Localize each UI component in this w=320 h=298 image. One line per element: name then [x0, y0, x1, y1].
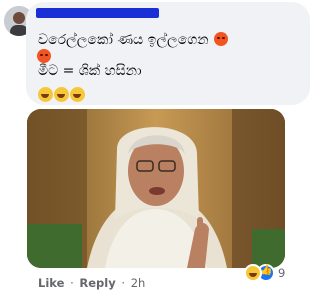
comment-actions: Like · Reply · 2h — [38, 276, 145, 290]
angry-face-icon — [213, 32, 228, 46]
reaction-count: 9 — [278, 266, 286, 280]
comment-bubble: වරෙල්ලකෝ ණය ඉල්ලගෙන මීට = ශික් හසිනා — [26, 2, 310, 105]
comment-line-1: වරෙල්ලකෝ ණය ඉල්ලගෙන — [38, 29, 228, 49]
laughing-face-icon — [70, 87, 85, 102]
separator-dot: · — [70, 276, 74, 290]
haha-reaction-icon — [244, 264, 262, 282]
laughing-face-icon — [54, 87, 69, 102]
comment-text-line-1: වරෙල්ලකෝ ණය ඉල්ලගෙන — [38, 32, 209, 48]
reaction-summary[interactable]: 9 — [244, 263, 294, 283]
commenter-name-redacted[interactable] — [36, 8, 159, 18]
laughing-face-icon — [38, 87, 53, 102]
comment-attached-photo[interactable] — [27, 109, 285, 268]
comment-emoji-row-2 — [38, 85, 86, 104]
separator-dot: · — [121, 276, 126, 290]
comment-text-line-2: මීට = ශික් හසිනා — [38, 63, 142, 79]
angry-face-icon — [37, 49, 51, 63]
reply-action-link[interactable]: Reply — [79, 276, 115, 290]
comment-timestamp[interactable]: 2h — [131, 276, 146, 290]
like-action-link[interactable]: Like — [38, 276, 64, 290]
